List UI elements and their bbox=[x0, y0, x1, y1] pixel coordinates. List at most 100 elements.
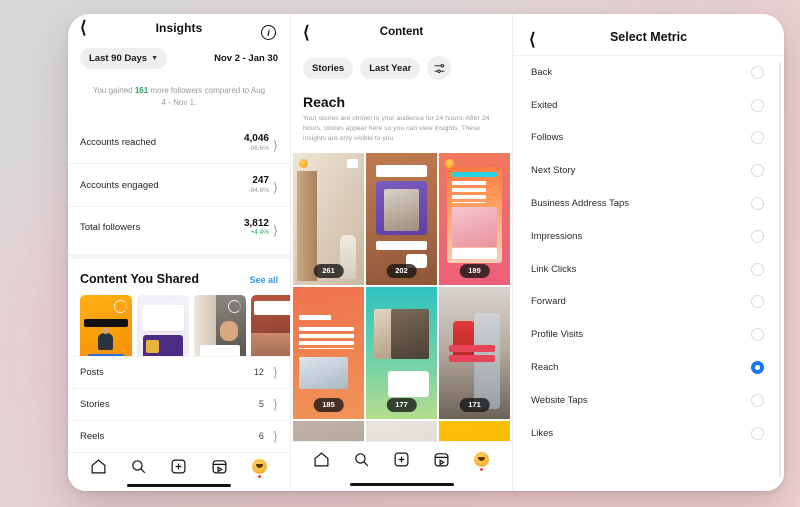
metric-label: Link Clicks bbox=[531, 263, 577, 275]
stat-label: Accounts reached bbox=[80, 137, 157, 149]
reels-icon[interactable] bbox=[433, 451, 450, 468]
story-tile[interactable]: 261 bbox=[293, 152, 364, 285]
thumbnail-item[interactable] bbox=[80, 295, 132, 356]
progress-ring-icon bbox=[114, 300, 127, 314]
radio-button[interactable] bbox=[751, 98, 764, 112]
metric-label: Likes bbox=[531, 427, 554, 439]
radio-button[interactable] bbox=[751, 65, 764, 79]
content-filter-row: Stories Last Year bbox=[291, 50, 512, 86]
story-tile[interactable]: 185 bbox=[293, 286, 364, 419]
story-tile[interactable]: 189 bbox=[439, 152, 510, 285]
story-count: 189 bbox=[459, 263, 490, 278]
metric-option-exited[interactable]: Exited bbox=[513, 89, 784, 122]
thumbnail-item[interactable] bbox=[137, 295, 189, 356]
add-icon[interactable] bbox=[170, 458, 187, 475]
gain-prefix: You gained bbox=[92, 85, 135, 95]
radio-button[interactable] bbox=[751, 262, 764, 276]
add-icon[interactable] bbox=[393, 451, 410, 468]
list-item-count: 6 bbox=[258, 431, 264, 442]
home-icon[interactable] bbox=[313, 451, 330, 468]
story-count: 185 bbox=[313, 397, 344, 412]
metric-option-impressions[interactable]: Impressions bbox=[513, 220, 784, 253]
list-item-reels[interactable]: Reels 6 ⟩ bbox=[68, 419, 290, 452]
chevron-right-icon: ⟩ bbox=[272, 364, 278, 380]
list-item-label: Stories bbox=[80, 398, 110, 410]
radio-button[interactable] bbox=[751, 426, 764, 440]
metric-option-likes[interactable]: Likes bbox=[513, 417, 784, 450]
insights-pane: ⟨ Insights i Last 90 Days ▼ Nov 2 - Jan … bbox=[68, 14, 290, 491]
story-tile[interactable]: 171 bbox=[439, 286, 510, 419]
metric-label: Forward bbox=[531, 296, 566, 308]
see-all-link[interactable]: See all bbox=[249, 275, 278, 285]
list-item-label: Posts bbox=[80, 366, 104, 378]
content-pane: ⟨ Content Stories Last Year Reach Your s… bbox=[290, 14, 512, 491]
metric-option-back[interactable]: Back bbox=[513, 56, 784, 89]
select-metric-pane: ⟨ Select Metric Back Exited Follows Next… bbox=[512, 14, 784, 491]
thumbnail-item[interactable] bbox=[251, 295, 290, 356]
story-tile[interactable] bbox=[293, 420, 364, 441]
list-item-stories[interactable]: Stories 5 ⟩ bbox=[68, 387, 290, 420]
stats-list: Accounts reached 4,046 -96.6% ⟩ Accounts… bbox=[68, 122, 290, 248]
bottom-navigation-bar bbox=[68, 451, 290, 481]
radio-button-selected[interactable] bbox=[751, 361, 764, 375]
radio-button[interactable] bbox=[751, 295, 764, 309]
radio-button[interactable] bbox=[751, 328, 764, 342]
metric-option-forward[interactable]: Forward bbox=[513, 286, 784, 319]
scrollbar[interactable] bbox=[778, 62, 781, 477]
metric-option-follows[interactable]: Follows bbox=[513, 122, 784, 155]
page-title: Content bbox=[379, 26, 424, 38]
content-header: ⟨ Content bbox=[291, 14, 512, 50]
follower-gain-note: You gained 161 more followers compared t… bbox=[68, 73, 290, 122]
date-range-dropdown[interactable]: Last 90 Days ▼ bbox=[80, 47, 168, 69]
metric-option-link-clicks[interactable]: Link Clicks bbox=[513, 253, 784, 286]
radio-button[interactable] bbox=[751, 164, 764, 178]
search-icon[interactable] bbox=[353, 451, 370, 468]
date-range-text: Nov 2 - Jan 30 bbox=[214, 52, 278, 64]
metric-option-profile-visits[interactable]: Profile Visits bbox=[513, 318, 784, 351]
story-tile[interactable] bbox=[439, 420, 510, 441]
stat-value: 247 bbox=[252, 175, 269, 187]
story-count: 177 bbox=[386, 397, 417, 412]
metric-option-business-address-taps[interactable]: Business Address Taps bbox=[513, 187, 784, 220]
insights-header: ⟨ Insights i bbox=[68, 14, 290, 42]
radio-button[interactable] bbox=[751, 131, 764, 145]
metric-label: Business Address Taps bbox=[531, 198, 630, 210]
metric-label: Reach bbox=[531, 362, 559, 374]
radio-button[interactable] bbox=[751, 197, 764, 211]
metric-option-website-taps[interactable]: Website Taps bbox=[513, 384, 784, 417]
profile-avatar[interactable] bbox=[251, 458, 268, 479]
filter-chip-last-year[interactable]: Last Year bbox=[360, 57, 421, 79]
chevron-right-icon: ⟩ bbox=[272, 138, 278, 154]
metric-option-reach[interactable]: Reach bbox=[513, 351, 784, 384]
radio-button[interactable] bbox=[751, 393, 764, 407]
content-type-list: Posts 12 ⟩ Stories 5 ⟩ Reels 6 ⟩ bbox=[68, 355, 290, 452]
chevron-down-icon: ▼ bbox=[151, 54, 159, 62]
stat-row-accounts-engaged[interactable]: Accounts engaged 247 -84.6% ⟩ bbox=[68, 163, 290, 205]
metric-option-next-story[interactable]: Next Story bbox=[513, 154, 784, 187]
story-tile[interactable] bbox=[366, 420, 437, 441]
stat-row-accounts-reached[interactable]: Accounts reached 4,046 -96.6% ⟩ bbox=[68, 122, 290, 163]
section-title: Content You Shared bbox=[80, 272, 199, 287]
tune-icon[interactable] bbox=[427, 56, 452, 80]
list-item-label: Reels bbox=[80, 430, 105, 442]
home-icon[interactable] bbox=[90, 458, 107, 475]
story-count: 202 bbox=[386, 263, 417, 278]
reels-icon[interactable] bbox=[211, 458, 228, 475]
shared-thumbnails[interactable] bbox=[68, 295, 290, 356]
story-tile[interactable]: 202 bbox=[366, 152, 437, 285]
page-title: Insights bbox=[155, 20, 203, 35]
story-tile[interactable]: 177 bbox=[366, 286, 437, 419]
list-item-posts[interactable]: Posts 12 ⟩ bbox=[68, 355, 290, 388]
profile-avatar[interactable] bbox=[473, 451, 490, 471]
home-indicator bbox=[68, 480, 290, 491]
thumbnail-item[interactable] bbox=[194, 295, 246, 356]
stat-row-total-followers[interactable]: Total followers 3,812 +4.4% ⟩ bbox=[68, 205, 290, 248]
radio-button[interactable] bbox=[751, 229, 764, 243]
chevron-right-icon: ⟩ bbox=[272, 222, 278, 238]
filter-chip-stories[interactable]: Stories bbox=[303, 57, 354, 79]
info-icon[interactable]: i bbox=[261, 25, 276, 40]
list-item-count: 12 bbox=[253, 367, 264, 378]
story-grid: 261 202 189 185 177 171 bbox=[291, 152, 512, 441]
metric-label: Follows bbox=[531, 132, 564, 144]
search-icon[interactable] bbox=[130, 458, 147, 475]
